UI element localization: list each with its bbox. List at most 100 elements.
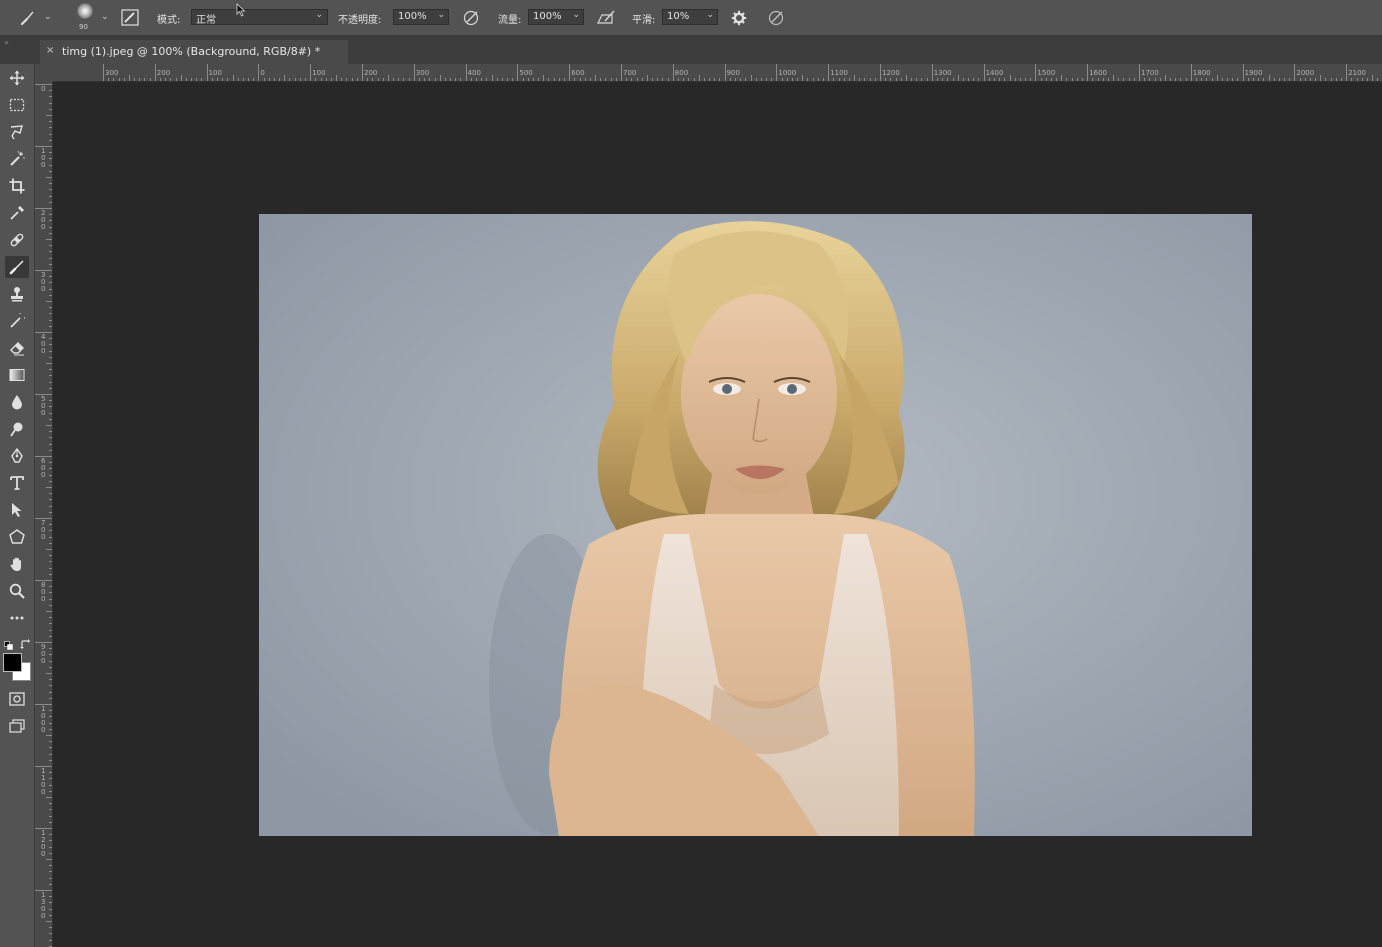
ruler-minor-tick xyxy=(1320,75,1322,81)
ruler-minor-tick xyxy=(900,78,902,81)
ruler-minor-tick xyxy=(108,78,110,81)
ruler-minor-tick xyxy=(973,78,975,81)
brush-panel-toggle-icon[interactable] xyxy=(121,9,139,26)
ruler-minor-tick xyxy=(123,78,125,81)
airbrush-icon[interactable] xyxy=(596,9,616,26)
healing-tool[interactable] xyxy=(5,229,29,251)
ruler-label: 900 xyxy=(726,69,740,77)
document-tab-bar: » × timg (1).jpeg @ 100% (Background, RG… xyxy=(0,36,1382,64)
type-tool[interactable] xyxy=(5,472,29,494)
history-brush-tool[interactable] xyxy=(5,310,29,332)
brush-preset-caret-icon[interactable]: ⌄ xyxy=(44,12,52,22)
ruler-minor-tick xyxy=(289,78,291,81)
dodge-tool[interactable] xyxy=(5,418,29,440)
ruler-minor-tick xyxy=(49,697,52,699)
swap-colors-icon[interactable] xyxy=(20,634,30,653)
screen-mode-button[interactable] xyxy=(5,715,29,737)
pen-tool[interactable] xyxy=(5,445,29,467)
ruler-minor-tick xyxy=(812,78,814,81)
ruler-minor-tick xyxy=(1309,78,1311,81)
ruler-minor-tick xyxy=(46,735,52,736)
ruler-minor-tick xyxy=(693,78,695,81)
blur-tool[interactable] xyxy=(5,391,29,413)
flow-input[interactable]: 100% ⌄ xyxy=(528,9,584,25)
ruler-minor-tick xyxy=(49,834,52,836)
move-tool[interactable] xyxy=(5,67,29,89)
ruler-minor-tick xyxy=(299,78,301,81)
ruler-label: 1300 xyxy=(41,891,46,920)
ruler-label: 100 xyxy=(41,147,46,169)
ruler-minor-tick xyxy=(49,319,52,321)
ruler-minor-tick xyxy=(781,78,783,81)
ruler-origin[interactable] xyxy=(35,64,53,82)
opacity-input[interactable]: 100% ⌄ xyxy=(393,9,449,25)
ruler-minor-tick xyxy=(49,90,52,92)
ruler-minor-tick xyxy=(1056,78,1058,81)
ruler-minor-tick xyxy=(49,933,52,935)
ruler-label: 1700 xyxy=(1141,69,1159,77)
ruler-minor-tick xyxy=(49,666,52,668)
smoothing-input[interactable]: 10% ⌄ xyxy=(662,9,718,25)
ruler-minor-tick xyxy=(1154,78,1156,81)
ruler-minor-tick xyxy=(49,902,52,904)
ruler-minor-tick xyxy=(49,406,52,408)
rect-marquee-icon xyxy=(9,98,25,112)
ruler-minor-tick xyxy=(1123,78,1125,81)
ruler-label: 2000 xyxy=(1296,69,1315,77)
ruler-label: 100 xyxy=(208,69,222,77)
pressure-opacity-icon[interactable] xyxy=(462,9,480,26)
ruler-label: 1100 xyxy=(41,767,46,796)
hand-icon xyxy=(9,556,25,572)
ruler-minor-tick xyxy=(491,75,493,81)
ruler-minor-tick xyxy=(46,921,52,922)
marquee-tool[interactable] xyxy=(5,94,29,116)
ruler-minor-tick xyxy=(49,468,52,470)
magic-wand-tool[interactable] xyxy=(5,148,29,170)
ruler-label: 1000 xyxy=(778,69,797,77)
gear-icon[interactable] xyxy=(731,10,747,26)
zoom-tool[interactable] xyxy=(5,580,29,602)
ruler-major-tick xyxy=(310,64,312,81)
brush-size-preview[interactable] xyxy=(77,3,93,19)
ruler-minor-tick xyxy=(771,78,773,81)
ruler-minor-tick xyxy=(916,78,918,81)
ruler-minor-tick xyxy=(791,78,793,81)
crop-tool[interactable] xyxy=(5,175,29,197)
pressure-size-icon[interactable] xyxy=(767,9,785,26)
ruler-minor-tick xyxy=(460,78,462,81)
eyedropper-icon xyxy=(9,205,25,221)
ruler-minor-tick xyxy=(1221,78,1223,81)
document-tab[interactable]: × timg (1).jpeg @ 100% (Background, RGB/… xyxy=(40,40,348,64)
vertical-ruler[interactable]: 0 100 200 300 400 500 600 700 800 900 1000 1100 1200… xyxy=(35,82,53,947)
mode-select[interactable]: 正常 ⌄ xyxy=(191,9,328,26)
shape-tool[interactable] xyxy=(5,526,29,548)
default-colors-icon[interactable] xyxy=(4,635,13,654)
lasso-tool[interactable] xyxy=(5,121,29,143)
more-tools[interactable] xyxy=(5,607,29,629)
brush-size-caret-icon[interactable]: ⌄ xyxy=(101,12,109,22)
eyedropper-tool[interactable] xyxy=(5,202,29,224)
document-tab-title: timg (1).jpeg @ 100% (Background, RGB/8#… xyxy=(62,45,321,58)
gradient-tool[interactable] xyxy=(5,364,29,386)
ruler-minor-tick xyxy=(325,78,327,81)
document-image[interactable] xyxy=(259,214,1252,836)
eraser-tool[interactable] xyxy=(5,337,29,359)
horizontal-ruler[interactable]: 300 200 100 0 100 200 300 400 500 600 700 800 900 100… xyxy=(53,64,1382,82)
ruler-minor-tick xyxy=(191,78,193,81)
ruler-minor-tick xyxy=(1361,78,1363,81)
ruler-minor-tick xyxy=(49,189,52,191)
brush-preset-icon[interactable] xyxy=(18,9,38,27)
brush-tool[interactable] xyxy=(5,256,29,278)
ruler-minor-tick xyxy=(49,654,52,656)
ruler-minor-tick xyxy=(49,505,52,507)
path-selection-tool[interactable] xyxy=(5,499,29,521)
hand-tool[interactable] xyxy=(5,553,29,575)
ruler-major-tick xyxy=(776,64,778,81)
ruler-minor-tick xyxy=(49,759,52,761)
close-tab-icon[interactable]: × xyxy=(46,45,54,56)
clone-stamp-tool[interactable] xyxy=(5,283,29,305)
foreground-color-swatch[interactable] xyxy=(3,653,22,672)
ruler-minor-tick xyxy=(408,78,410,81)
ruler-major-tick xyxy=(1190,64,1192,81)
quick-mask-button[interactable] xyxy=(5,688,29,710)
